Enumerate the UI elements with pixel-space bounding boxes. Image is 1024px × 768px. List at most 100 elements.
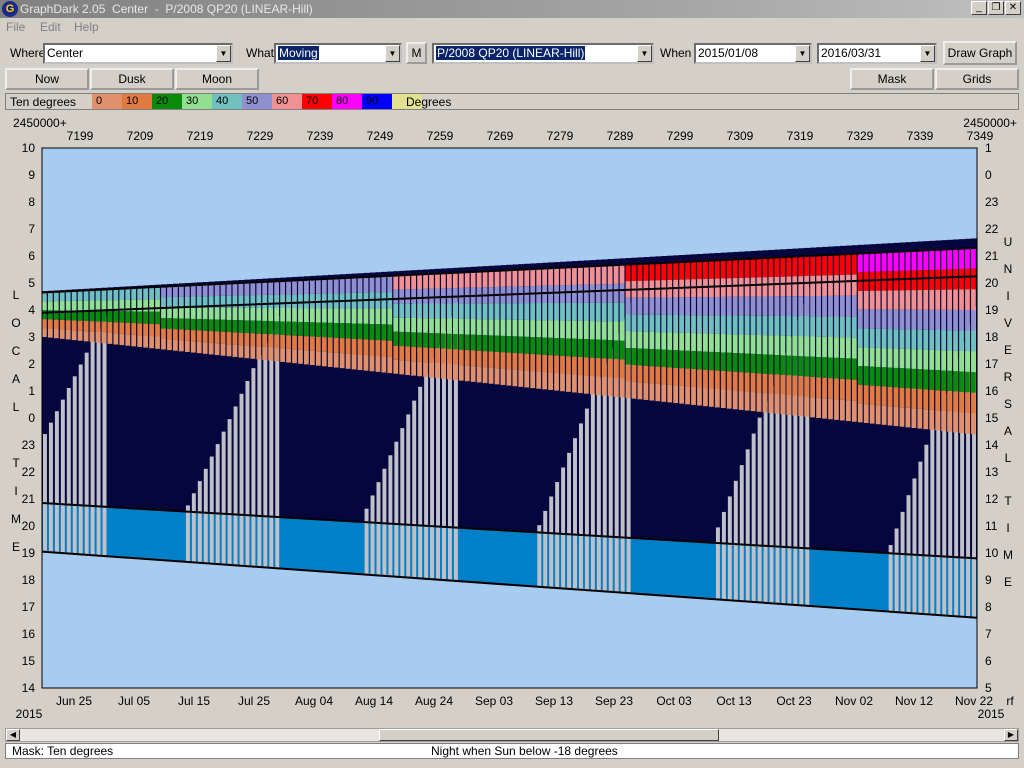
- moonlight-bar: [227, 419, 232, 565]
- altitude-band: [315, 308, 321, 323]
- moonlight-bar: [78, 364, 83, 555]
- scroll-thumb[interactable]: [379, 729, 719, 741]
- altitude-band: [941, 269, 947, 290]
- chevron-down-icon[interactable]: ▼: [385, 45, 400, 62]
- moon-button[interactable]: Moon: [175, 68, 259, 90]
- menu-edit[interactable]: Edit: [40, 20, 61, 34]
- horizontal-scrollbar[interactable]: ◀ ▶: [5, 728, 1019, 742]
- altitude-band: [208, 319, 214, 332]
- altitude-band: [220, 307, 226, 320]
- date-tick-label: Jul 25: [238, 694, 270, 708]
- twilight-region: [840, 550, 847, 609]
- chevron-down-icon[interactable]: ▼: [795, 45, 810, 62]
- altitude-band: [309, 308, 315, 323]
- altitude-band: [780, 257, 786, 277]
- altitude-band: [363, 308, 369, 324]
- altitude-band: [65, 291, 71, 301]
- altitude-band: [125, 322, 131, 335]
- altitude-band: [423, 303, 428, 319]
- now-button[interactable]: Now: [5, 68, 89, 90]
- altitude-band: [339, 353, 345, 369]
- altitude-band: [822, 295, 827, 317]
- altitude-band: [816, 336, 821, 357]
- draw-graph-button[interactable]: Draw Graph: [943, 41, 1017, 65]
- darkness-graph[interactable]: 2450000+ 2450000+ 7199 7209 7219 7229 7239 7249…: [5, 112, 1019, 727]
- altitude-band: [411, 317, 416, 333]
- altitude-band: [631, 331, 637, 349]
- altitude-band: [607, 284, 613, 303]
- altitude-band: [452, 364, 458, 380]
- start-date-select[interactable]: 2015/01/08 ▼: [694, 43, 812, 64]
- altitude-band: [149, 311, 154, 324]
- altitude-band: [524, 303, 530, 320]
- where-select[interactable]: Center ▼: [43, 43, 233, 64]
- altitude-band: [971, 372, 976, 393]
- twilight-region: [637, 538, 645, 595]
- scroll-left-icon[interactable]: ◀: [6, 729, 20, 741]
- altitude-band: [613, 377, 619, 397]
- altitude-band: [530, 371, 536, 389]
- scroll-right-icon[interactable]: ▶: [1004, 729, 1018, 741]
- moonlight-bar: [543, 510, 548, 588]
- altitude-band: [893, 387, 899, 407]
- altitude-band: [971, 413, 976, 435]
- date-tick-label: Sep 03: [475, 694, 513, 708]
- minimize-button[interactable]: _: [971, 1, 987, 15]
- universal-time-tick: 10: [985, 546, 999, 560]
- altitude-band: [178, 318, 184, 330]
- object-select[interactable]: P/2008 QP20 (LINEAR-Hill) ▼: [432, 43, 654, 64]
- altitude-band: [411, 289, 416, 304]
- twilight-region: [488, 529, 496, 584]
- mask-button[interactable]: Mask: [850, 68, 934, 90]
- twilight-region: [494, 530, 502, 584]
- graph-canvas[interactable]: 2450000+ 2450000+7199 7209 7219 7229 7239 7249…: [5, 112, 1019, 727]
- dusk-button[interactable]: Dusk: [90, 68, 174, 90]
- universal-time-tick: 19: [985, 303, 999, 317]
- altitude-band: [524, 370, 530, 388]
- jd-tick-label: 7259: [427, 129, 454, 143]
- what-select[interactable]: Moving ▼: [274, 43, 402, 64]
- altitude-band: [429, 362, 434, 378]
- m-button[interactable]: M: [406, 42, 427, 64]
- altitude-band: [512, 336, 518, 353]
- end-date-select[interactable]: 2016/03/31 ▼: [817, 43, 937, 64]
- altitude-band: [679, 368, 684, 386]
- altitude-band: [53, 328, 59, 339]
- twilight-region: [834, 550, 841, 609]
- altitude-band: [184, 340, 190, 352]
- date-tick-label: Jul 05: [118, 694, 150, 708]
- altitude-band: [589, 266, 595, 285]
- altitude-band: [417, 318, 422, 333]
- menu-help[interactable]: Help: [74, 20, 99, 34]
- altitude-band: [119, 333, 125, 346]
- chevron-down-icon[interactable]: ▼: [637, 45, 652, 62]
- app-icon[interactable]: G: [2, 1, 18, 17]
- altitude-band: [631, 365, 637, 382]
- chevron-down-icon[interactable]: ▼: [216, 45, 231, 62]
- restore-button[interactable]: ❐: [988, 1, 1004, 15]
- altitude-band: [566, 267, 571, 286]
- altitude-band: [548, 285, 553, 303]
- chevron-down-icon[interactable]: ▼: [920, 45, 935, 62]
- altitude-band: [929, 289, 935, 310]
- legend-swatch: 20: [152, 94, 182, 109]
- menu-file[interactable]: File: [6, 20, 25, 34]
- moonlight-bar: [394, 441, 399, 577]
- twilight-region: [143, 509, 150, 559]
- legend-bar: Ten degrees 0 10 20 30 40 50 60 70 80 90 Degrees: [5, 93, 1019, 110]
- close-button[interactable]: ✕: [1005, 1, 1021, 15]
- altitude-band: [173, 329, 178, 340]
- twilight-region: [709, 542, 716, 600]
- altitude-band: [601, 284, 607, 303]
- grids-button[interactable]: Grids: [935, 68, 1019, 90]
- altitude-band: [816, 397, 821, 418]
- altitude-band: [208, 284, 214, 297]
- altitude-band: [470, 350, 476, 367]
- altitude-band: [935, 350, 941, 371]
- altitude-band: [720, 389, 726, 409]
- date-tick-label: Nov 02: [835, 694, 873, 708]
- altitude-band: [583, 266, 589, 285]
- altitude-band: [738, 372, 744, 392]
- altitude-band: [137, 311, 143, 324]
- altitude-band: [625, 381, 631, 399]
